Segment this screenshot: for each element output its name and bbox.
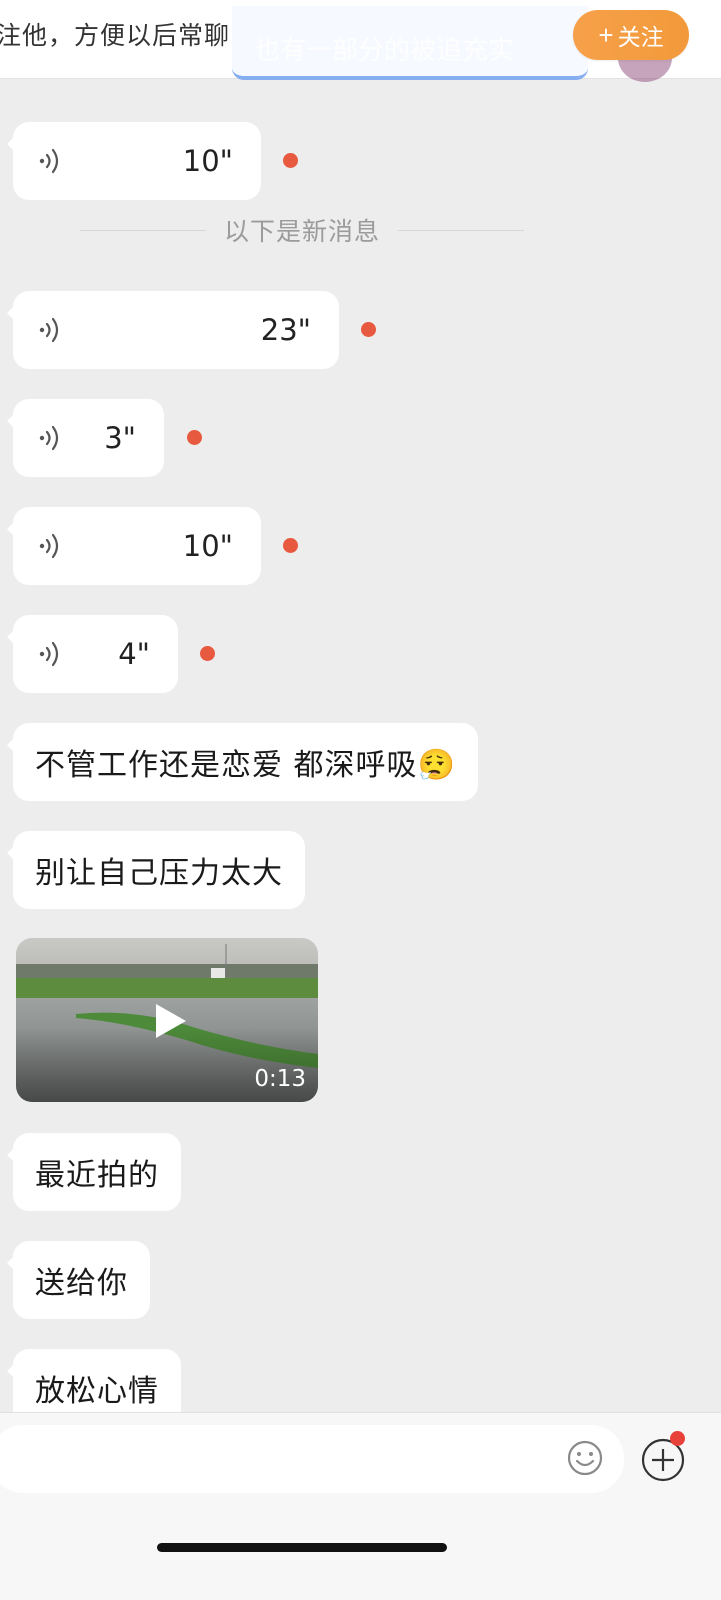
emoji-icon[interactable] [566,1439,604,1477]
voice-duration: 10" [182,144,233,178]
voice-wave-icon [39,641,59,667]
voice-wave-icon [39,148,59,174]
unread-dot [361,322,376,337]
text-message[interactable]: 送给你 [7,1241,150,1319]
message-text: 放松心情 [35,1374,159,1409]
unread-dot [200,646,215,661]
play-icon [156,1004,186,1038]
notification-badge [670,1431,685,1446]
plus-icon: + [598,20,614,50]
message-text: 不管工作还是恋爱 都深呼吸😮‍💨 [35,748,456,783]
follow-button[interactable]: + 关注 [573,10,689,60]
divider-label: 以下是新消息 [224,217,381,246]
text-message[interactable]: 最近拍的 [7,1133,181,1211]
unread-dot [283,153,298,168]
home-indicator [157,1543,447,1552]
text-message[interactable]: 不管工作还是恋爱 都深呼吸😮‍💨 [7,723,478,801]
follow-label: 关注 [617,24,664,50]
voice-message[interactable]: 10" [7,122,261,200]
voice-duration: 4" [118,637,150,671]
voice-message[interactable]: 10" [7,507,261,585]
divider-line [398,229,525,231]
voice-duration: 23" [260,313,311,347]
text-message[interactable]: 别让自己压力太大 [7,831,305,909]
unread-dot [283,538,298,553]
video-message[interactable]: 0:13 [16,938,318,1102]
voice-wave-icon [39,425,59,451]
voice-duration: 10" [182,529,233,563]
voice-duration: 3" [104,421,136,455]
voice-message[interactable]: 4" [7,615,178,693]
voice-message[interactable]: 3" [7,399,164,477]
message-input[interactable] [0,1425,624,1493]
unread-dot [187,430,202,445]
message-text: 最近拍的 [35,1158,159,1193]
message-text: 送给你 [35,1266,128,1301]
follow-banner: 也有一部分的被追充实 注他，方便以后常聊 + 关注 [0,0,721,82]
pinned-message-ghost: 也有一部分的被追充实 [232,6,588,80]
input-bar [0,1412,721,1600]
new-messages-divider: 以下是新消息 [80,212,525,248]
follow-prompt-text: 注他，方便以后常聊 [0,21,231,50]
voice-message[interactable]: 23" [7,291,339,369]
divider-line [80,229,206,231]
message-text: 别让自己压力太大 [35,856,283,891]
pinned-message-text: 也有一部分的被追充实 [254,36,515,66]
voice-wave-icon [39,533,59,559]
video-duration: 0:13 [254,1066,306,1092]
voice-wave-icon [39,317,59,343]
